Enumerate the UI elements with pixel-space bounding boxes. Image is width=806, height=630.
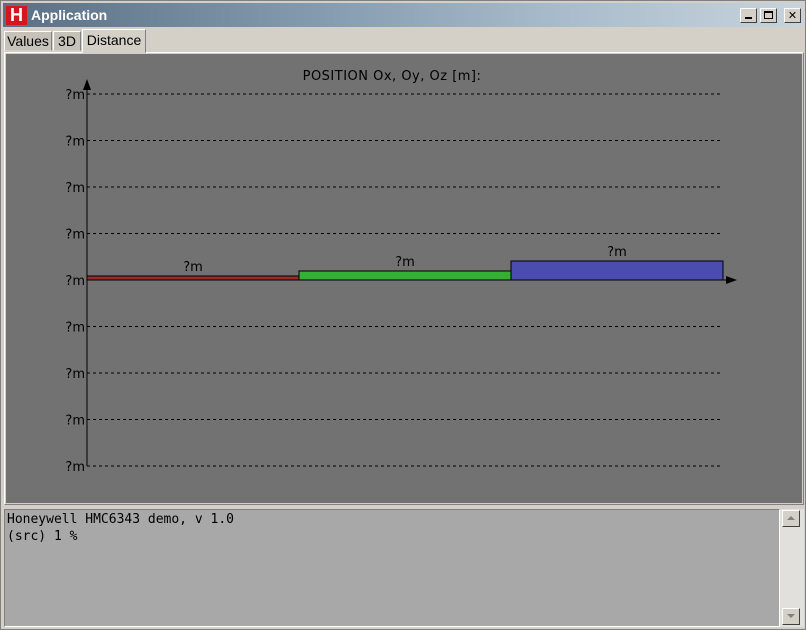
maximize-icon (764, 11, 773, 19)
plot-title: POSITION Ox, Oy, Oz [m]: (303, 69, 482, 84)
x-axis-arrow-icon (726, 276, 737, 284)
title-bar[interactable]: H Application ✕ (3, 3, 803, 27)
console-output[interactable]: Honeywell HMC6343 demo, v 1.0 (src) 1 % (4, 509, 780, 627)
y-axis-arrow-icon (83, 79, 91, 90)
tab-3d[interactable]: 3D (53, 31, 81, 51)
window-title: Application (31, 7, 108, 23)
bar-label-oz: ?m (607, 245, 627, 260)
position-chart: POSITION Ox, Oy, Oz [m]: ?m ?m ?m ?m ?m ?m ?m?… (65, 69, 737, 475)
console-scrollbar[interactable] (780, 509, 804, 627)
bar-oy (298, 270, 512, 281)
scroll-up-button[interactable] (782, 510, 800, 527)
maximize-button[interactable] (760, 8, 777, 23)
y-tick-label: ?m (65, 274, 85, 289)
tab-distance[interactable]: Distance (82, 29, 146, 53)
arrow-down-icon (787, 614, 795, 618)
console-line: (src) 1 % (7, 529, 78, 544)
close-button[interactable]: ✕ (784, 8, 801, 23)
y-tick-label: ?m (65, 135, 85, 150)
bar-label-ox: ?m (183, 260, 203, 275)
app-logo-icon: H (6, 6, 27, 25)
y-tick-label: ?m (65, 460, 85, 475)
bar-label-oy: ?m (395, 255, 415, 270)
arrow-up-icon (787, 516, 795, 520)
scroll-down-button[interactable] (782, 608, 800, 625)
minimize-button[interactable] (740, 8, 757, 23)
application-window: H Application ✕ Values 3D Distance POSIT… (0, 0, 806, 630)
y-tick-label: ?m (65, 228, 85, 243)
y-tick-label: ?m (65, 88, 85, 103)
tab-values[interactable]: Values (4, 31, 52, 51)
y-tick-label: ?m (65, 321, 85, 336)
bar-ox (86, 275, 300, 281)
close-icon: ✕ (787, 9, 798, 22)
y-tick-label: ?m (65, 367, 85, 382)
position-plot: POSITION Ox, Oy, Oz [m]: ?m ?m ?m ?m ?m ?m ?m?… (6, 54, 802, 503)
y-tick-label: ?m (65, 181, 85, 196)
minimize-icon (745, 17, 752, 19)
bar-oz (510, 260, 724, 281)
y-tick-label: ?m (65, 414, 85, 429)
console-line: Honeywell HMC6343 demo, v 1.0 (7, 512, 234, 527)
